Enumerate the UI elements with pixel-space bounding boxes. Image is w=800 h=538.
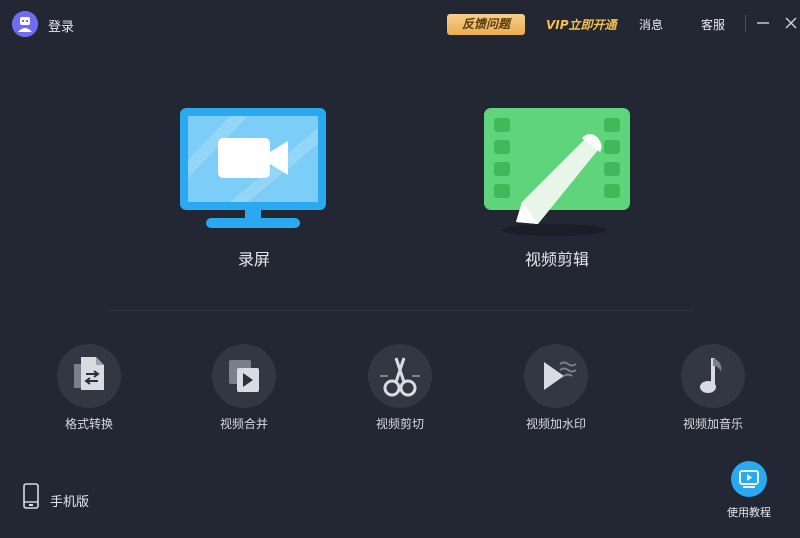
monitor-camera-icon: [180, 108, 326, 228]
close-icon[interactable]: [782, 14, 800, 32]
tutorial-play-icon: [731, 461, 767, 497]
scissors-icon: [368, 344, 432, 408]
feedback-button[interactable]: 反馈问题: [447, 14, 525, 35]
user-avatar-icon[interactable]: [12, 11, 38, 37]
music-note-icon: [681, 344, 745, 408]
title-bar: 登录 反馈问题 VIP立即开通 消息 客服: [0, 0, 800, 48]
tool-video-merge[interactable]: 视频合并: [189, 344, 299, 434]
watermark-play-icon: [524, 344, 588, 408]
tool-label: 视频剪切: [375, 417, 424, 431]
title-divider: [745, 15, 746, 32]
tool-label: 视频合并: [219, 417, 268, 431]
section-divider: [108, 310, 694, 311]
film-pen-icon: [484, 108, 630, 236]
record-label: 录屏: [237, 250, 270, 269]
tool-label: 视频加音乐: [682, 417, 743, 431]
video-merge-icon: [212, 344, 276, 408]
tutorial-label: 使用教程: [727, 506, 771, 519]
tool-label: 视频加水印: [525, 417, 586, 431]
tutorial-button[interactable]: 使用教程: [718, 461, 780, 521]
format-convert-icon: [57, 344, 121, 408]
mobile-version-label: 手机版: [50, 495, 90, 510]
tool-format-convert[interactable]: 格式转换: [34, 344, 144, 434]
video-edit-button[interactable]: 视频剪辑: [472, 100, 642, 275]
tool-label: 格式转换: [64, 417, 113, 431]
vip-activate-link[interactable]: VIP立即开通: [546, 16, 617, 33]
tool-watermark[interactable]: 视频加水印: [501, 344, 611, 434]
record-screen-button[interactable]: 录屏: [170, 100, 338, 275]
edit-label: 视频剪辑: [524, 250, 589, 269]
customer-service-link[interactable]: 客服: [701, 16, 725, 33]
phone-icon: [23, 483, 39, 509]
tool-video-cut[interactable]: 视频剪切: [345, 344, 455, 434]
minimize-icon[interactable]: [754, 14, 772, 32]
tool-add-music[interactable]: 视频加音乐: [658, 344, 768, 434]
messages-link[interactable]: 消息: [639, 16, 663, 33]
mobile-version-link[interactable]: 手机版: [22, 483, 112, 511]
login-link[interactable]: 登录: [48, 16, 74, 35]
